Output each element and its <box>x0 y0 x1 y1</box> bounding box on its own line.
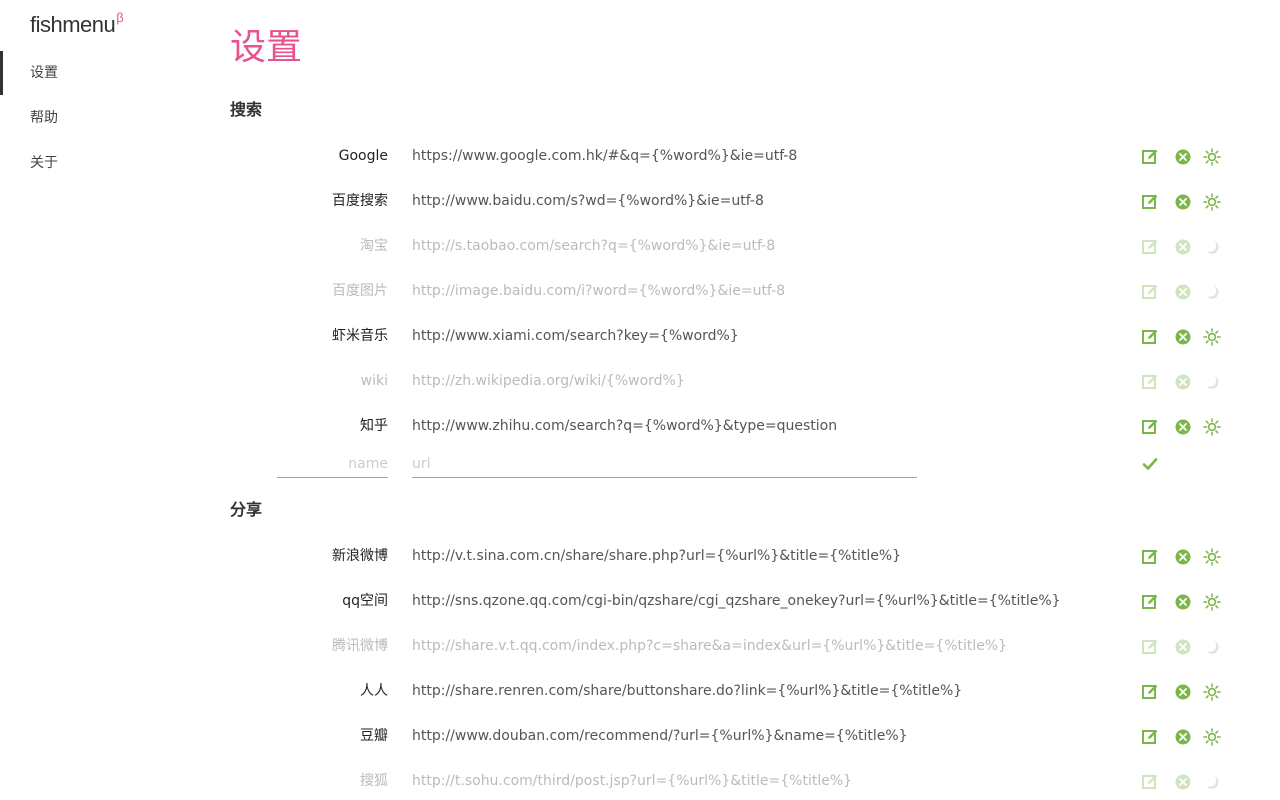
table-row: 淘宝 http://s.taobao.com/search?q={%word%}&… <box>0 224 1280 269</box>
row-url: https://www.google.com.hk/#&q={%word%}&i… <box>412 148 798 164</box>
row-name: wiki <box>360 373 388 389</box>
edit-icon[interactable] <box>1141 593 1159 611</box>
edit-icon[interactable] <box>1141 418 1159 436</box>
delete-icon[interactable] <box>1174 283 1192 301</box>
brand-beta-mark: β <box>116 10 124 25</box>
table-row: 知乎 http://www.zhihu.com/search?q={%word%}… <box>0 404 1280 449</box>
delete-icon[interactable] <box>1174 238 1192 256</box>
row-url: http://www.baidu.com/s?wd={%word%}&ie=ut… <box>412 193 764 209</box>
edit-icon[interactable] <box>1141 238 1159 256</box>
edit-icon[interactable] <box>1141 728 1159 746</box>
edit-icon[interactable] <box>1141 548 1159 566</box>
row-name: 淘宝 <box>360 238 388 254</box>
moon-icon[interactable] <box>1203 638 1221 656</box>
delete-icon[interactable] <box>1174 773 1192 791</box>
section-title-search: 搜索 <box>230 100 263 119</box>
delete-icon[interactable] <box>1174 418 1192 436</box>
brand-logo: fishmenuβ <box>30 10 124 38</box>
delete-icon[interactable] <box>1174 148 1192 166</box>
moon-icon[interactable] <box>1203 373 1221 391</box>
row-name: 搜狐 <box>360 773 388 789</box>
row-url: http://s.taobao.com/search?q={%word%}&ie… <box>412 238 776 254</box>
page-title: 设置 <box>230 27 303 68</box>
delete-icon[interactable] <box>1174 728 1192 746</box>
section-title-share: 分享 <box>230 500 263 519</box>
sun-icon[interactable] <box>1203 328 1221 346</box>
sun-icon[interactable] <box>1203 593 1221 611</box>
edit-icon[interactable] <box>1141 148 1159 166</box>
edit-icon[interactable] <box>1141 283 1159 301</box>
table-row: wiki http://zh.wikipedia.org/wiki/{%word%… <box>0 359 1280 404</box>
add-engine-row <box>0 450 1280 482</box>
table-row: 虾米音乐 http://www.xiami.com/search?key={%wo… <box>0 314 1280 359</box>
row-url: http://zh.wikipedia.org/wiki/{%word%} <box>412 373 685 389</box>
row-url: http://www.douban.com/recommend/?url={%u… <box>412 728 908 744</box>
delete-icon[interactable] <box>1174 548 1192 566</box>
row-name: qq空间 <box>342 593 388 609</box>
row-url: http://sns.qzone.qq.com/cgi-bin/qzshare/… <box>412 593 1061 609</box>
table-row: Google https://www.google.com.hk/#&q={%wo… <box>0 134 1280 179</box>
delete-icon[interactable] <box>1174 593 1192 611</box>
row-url: http://share.renren.com/share/buttonshar… <box>412 683 963 699</box>
row-name: 腾讯微博 <box>332 638 388 654</box>
row-name: 百度图片 <box>332 283 388 299</box>
table-row: 搜狐 http://t.sohu.com/third/post.jsp?url={… <box>0 759 1280 800</box>
row-name: 百度搜索 <box>332 193 388 209</box>
sun-icon[interactable] <box>1203 148 1221 166</box>
row-url: http://image.baidu.com/i?word={%word%}&i… <box>412 283 786 299</box>
edit-icon[interactable] <box>1141 773 1159 791</box>
table-row: 人人 http://share.renren.com/share/buttonsh… <box>0 669 1280 714</box>
table-row: 百度图片 http://image.baidu.com/i?word={%word… <box>0 269 1280 314</box>
edit-icon[interactable] <box>1141 683 1159 701</box>
moon-icon[interactable] <box>1203 773 1221 791</box>
sun-icon[interactable] <box>1203 193 1221 211</box>
row-name: 新浪微博 <box>332 548 388 564</box>
table-row: 腾讯微博 http://share.v.t.qq.com/index.php?c=… <box>0 624 1280 669</box>
edit-icon[interactable] <box>1141 638 1159 656</box>
delete-icon[interactable] <box>1174 638 1192 656</box>
row-name: 知乎 <box>360 418 388 434</box>
edit-icon[interactable] <box>1141 373 1159 391</box>
sun-icon[interactable] <box>1203 683 1221 701</box>
edit-icon[interactable] <box>1141 328 1159 346</box>
checkmark-icon[interactable] <box>1141 455 1159 473</box>
sun-icon[interactable] <box>1203 548 1221 566</box>
sun-icon[interactable] <box>1203 728 1221 746</box>
row-name: 虾米音乐 <box>332 328 388 344</box>
row-name: 人人 <box>360 683 388 699</box>
moon-icon[interactable] <box>1203 238 1221 256</box>
row-url: http://share.v.t.qq.com/index.php?c=shar… <box>412 638 1008 654</box>
row-url: http://www.xiami.com/search?key={%word%} <box>412 328 739 344</box>
row-url: http://v.t.sina.com.cn/share/share.php?u… <box>412 548 902 564</box>
table-row: 百度搜索 http://www.baidu.com/s?wd={%word%}&i… <box>0 179 1280 224</box>
row-name: 豆瓣 <box>360 728 388 744</box>
table-row: 豆瓣 http://www.douban.com/recommend/?url={… <box>0 714 1280 759</box>
row-name: Google <box>338 148 388 164</box>
new-engine-name-input[interactable] <box>277 450 388 478</box>
brand-name: fishmenu <box>30 12 116 37</box>
delete-icon[interactable] <box>1174 683 1192 701</box>
edit-icon[interactable] <box>1141 193 1159 211</box>
nav-item-settings[interactable]: 设置 <box>0 51 200 95</box>
table-row: 新浪微博 http://v.t.sina.com.cn/share/share.p… <box>0 534 1280 579</box>
delete-icon[interactable] <box>1174 193 1192 211</box>
moon-icon[interactable] <box>1203 283 1221 301</box>
row-url: http://t.sohu.com/third/post.jsp?url={%u… <box>412 773 853 789</box>
delete-icon[interactable] <box>1174 328 1192 346</box>
delete-icon[interactable] <box>1174 373 1192 391</box>
app-root: fishmenuβ 设置 帮助 关于 设置 搜索 Google https://w… <box>0 0 1280 800</box>
row-url: http://www.zhihu.com/search?q={%word%}&t… <box>412 418 838 434</box>
sun-icon[interactable] <box>1203 418 1221 436</box>
table-row: qq空间 http://sns.qzone.qq.com/cgi-bin/qzsh… <box>0 579 1280 624</box>
new-engine-url-input[interactable] <box>412 450 917 478</box>
